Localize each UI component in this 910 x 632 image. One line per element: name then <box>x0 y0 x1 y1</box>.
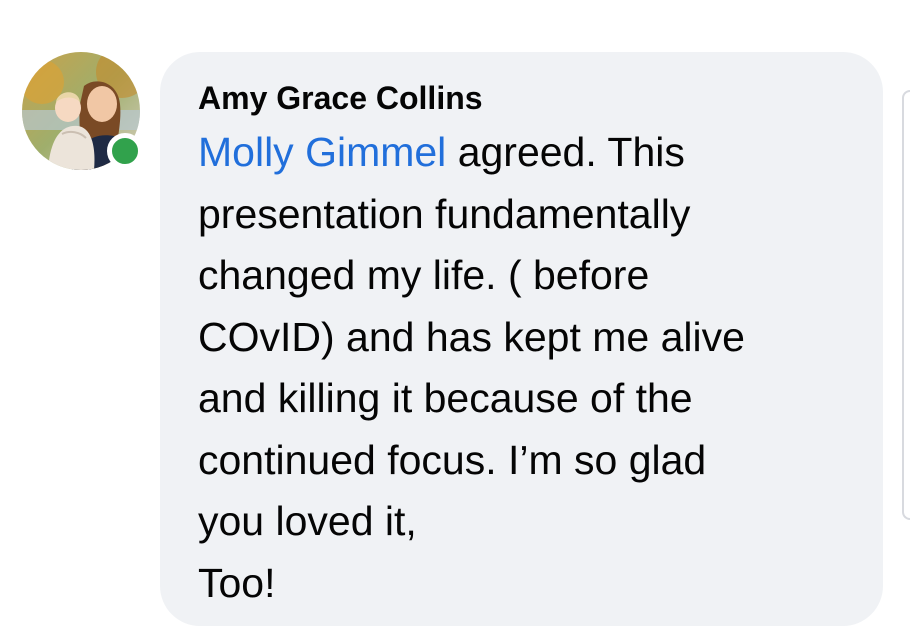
comment-text-segment: agreed. This <box>446 129 685 175</box>
comment-text: Molly Gimmel agreed. This presentation f… <box>198 122 838 614</box>
comment-text-line: and killing it because of the <box>198 375 693 421</box>
comment-text-line: presentation fundamentally <box>198 190 691 237</box>
comment-text-line: you loved it, <box>198 498 417 544</box>
comment-text-line: COvID) and has kept me alive <box>198 313 745 360</box>
mention-link[interactable]: Molly Gimmel <box>198 129 446 175</box>
comment-screen: Amy Grace Collins Molly Gimmel agreed. T… <box>0 0 910 632</box>
adjacent-element-edge <box>902 90 910 520</box>
online-status-indicator <box>107 133 143 169</box>
comment-text-line: changed my life. ( before <box>198 252 650 298</box>
comment-bubble: Amy Grace Collins Molly Gimmel agreed. T… <box>160 52 883 626</box>
comment-text-line: continued focus. I’m so glad <box>198 436 707 483</box>
comment-author-name[interactable]: Amy Grace Collins <box>198 80 845 116</box>
comment-text-line: Too! <box>198 559 276 606</box>
